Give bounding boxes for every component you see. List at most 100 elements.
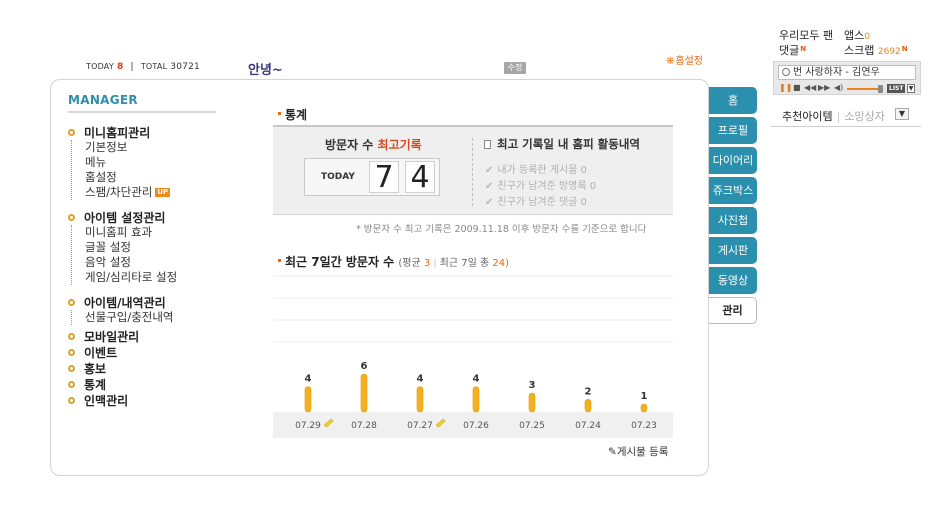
recommend-divider: | — [836, 110, 841, 123]
menu-head-label: 아이템/내역관리 — [84, 295, 166, 310]
visit-counter: TODAY 8 | TOTAL 30721 — [86, 62, 200, 72]
register-post-link[interactable]: ✎게시물 등록 — [608, 444, 668, 459]
counter-digit: 4 — [405, 161, 435, 194]
volume-knob[interactable] — [878, 85, 883, 93]
visitor-label-prefix: 방문자 수 — [325, 138, 374, 152]
fan-link[interactable]: 우리모두 팬 — [779, 27, 833, 43]
tab-home[interactable]: 홈 — [709, 87, 757, 114]
document-icon — [484, 140, 491, 149]
menu-item-effect[interactable]: 미니홈피 효과 — [85, 225, 177, 240]
tab-jukebox[interactable]: 쥬크박스 — [709, 177, 757, 204]
chart-tick-label: 07.28 — [351, 421, 377, 431]
chart-data-label: 4 — [305, 374, 312, 385]
record-title-label: 최고 기록일 내 홈피 활동내역 — [497, 137, 640, 151]
menu-head-stats[interactable]: 통계 — [68, 376, 106, 392]
new-badge: N — [901, 45, 908, 53]
today-value: 8 — [117, 62, 124, 72]
menu-head-label: 이벤트 — [84, 345, 118, 360]
chart-tick-label: 07.27 — [407, 421, 433, 431]
chart-bar — [360, 373, 368, 413]
menu-item-menu[interactable]: 메뉴 — [85, 155, 170, 170]
record-item-label: 내가 등록한 게시물 — [497, 165, 578, 176]
total-value: 30721 — [170, 62, 200, 72]
stats-note: * 방문자 수 최고 기록은 2009.11.18 이후 방문자 수를 기준으로… — [356, 224, 647, 235]
record-title: 최고 기록일 내 홈피 활동내역 — [484, 136, 640, 152]
bullet-icon — [68, 396, 75, 404]
avg-label: (평균 — [398, 258, 421, 269]
week-title-label: 최근 7일간 방문자 수 — [285, 255, 395, 269]
comment-label: 댓글 — [779, 44, 800, 57]
tab-profile[interactable]: 프로필 — [709, 117, 757, 144]
total-week-label: 최근 7일 총 — [439, 258, 490, 269]
menu-group-homepage: 미니홈피관리 기본정보 메뉴 홈설정 스팸/차단관리 UP — [68, 124, 171, 200]
greeting-title: 안녕~ — [248, 63, 283, 78]
prev-icon[interactable]: ◀◀ — [804, 83, 816, 93]
menu-head-promo[interactable]: 홍보 — [68, 360, 106, 376]
menu-head-item-setting[interactable]: 아이템 설정관리 — [68, 209, 177, 225]
menu-item-basic-info[interactable]: 기본정보 — [85, 140, 170, 155]
chevron-down-icon[interactable]: ▼ — [895, 108, 909, 120]
menu-head-homepage[interactable]: 미니홈피관리 — [68, 124, 170, 140]
tab-diary[interactable]: 다이어리 — [709, 147, 757, 174]
menu-group-mobile: 모바일관리 — [68, 328, 139, 344]
menu-item-font[interactable]: 글꼴 설정 — [85, 240, 177, 255]
menu-group-network: 인맥관리 — [68, 392, 128, 408]
today-counter: TODAY 7 4 — [304, 158, 440, 196]
recommend-divider-line — [771, 126, 921, 127]
menu-sub-item-history: 선물구입/충전내역 — [71, 310, 174, 325]
menu-item-gift-history[interactable]: 선물구입/충전내역 — [85, 310, 174, 325]
menu-group-promo: 홍보 — [68, 360, 106, 376]
scrap-count: 2692 — [877, 47, 901, 57]
today-label: TODAY — [86, 62, 114, 71]
stop-icon[interactable]: ■ — [793, 83, 801, 93]
chart-data-label: 2 — [585, 386, 592, 397]
menu-item-home-setting[interactable]: 홈설정 — [85, 170, 170, 185]
scrap-label: 스크랩 — [844, 44, 875, 57]
tab-video[interactable]: 동영상 — [709, 267, 757, 294]
recommend-items-label[interactable]: 추천아이템 — [782, 110, 833, 123]
menu-item-music[interactable]: 음악 설정 — [85, 255, 177, 270]
menu-item-game[interactable]: 게임/심리타로 설정 — [85, 270, 177, 285]
record-item: ✔ 친구가 남겨준 방명록 0 — [485, 177, 596, 192]
menu-group-item-history: 아이템/내역관리 선물구입/충전내역 — [68, 294, 174, 325]
chart-data-label: 1 — [641, 391, 648, 402]
menu-head-label: 아이템 설정관리 — [84, 210, 166, 225]
menu-sub-item-setting: 미니홈피 효과 글꼴 설정 음악 설정 게임/심리타로 설정 — [71, 225, 177, 285]
chart-bar — [584, 399, 592, 413]
chart-bar — [472, 386, 480, 413]
menu-head-item-history[interactable]: 아이템/내역관리 — [68, 294, 174, 310]
menu-head-network[interactable]: 인맥관리 — [68, 392, 128, 408]
manager-divider — [68, 111, 216, 113]
chart-tick-label: 07.26 — [463, 421, 489, 431]
edit-button[interactable]: 수정 — [504, 62, 526, 74]
tab-manage[interactable]: 관리 — [709, 297, 757, 324]
volume-slider[interactable] — [847, 88, 880, 90]
total-label: TOTAL — [140, 62, 168, 71]
bullet-icon — [68, 380, 75, 388]
apps-link[interactable]: 앱스0 — [844, 27, 870, 43]
song-title-label: 번 사랑하자 - 김연우 — [793, 67, 880, 78]
menu-head-event[interactable]: 이벤트 — [68, 344, 117, 360]
stats-title: 통계 — [278, 106, 307, 123]
up-badge: UP — [155, 188, 171, 197]
recommend-items: 추천아이템 | 소망상자 — [782, 108, 885, 124]
menu-head-mobile[interactable]: 모바일관리 — [68, 328, 139, 344]
record-item-count: 0 — [580, 165, 587, 176]
new-badge: N — [800, 45, 807, 53]
counter-digit: 7 — [369, 161, 399, 194]
wish-box-link[interactable]: 소망상자 — [844, 110, 884, 123]
pause-icon[interactable]: ❚❚ — [779, 83, 792, 93]
scrap-link[interactable]: 스크랩 2692N — [844, 42, 908, 58]
playlist-button[interactable]: LIST — [887, 84, 906, 93]
song-title[interactable]: 번 사랑하자 - 김연우 — [778, 65, 916, 80]
home-setting-link[interactable]: ❋홈설정 — [666, 52, 703, 67]
tab-photo[interactable]: 사진첩 — [709, 207, 757, 234]
home-setting-label: 홈설정 — [675, 56, 703, 67]
comment-link[interactable]: 댓글N — [779, 42, 806, 58]
menu-item-spam-block[interactable]: 스팸/차단관리 UP — [85, 185, 171, 200]
chart-data-label: 3 — [529, 380, 536, 391]
next-icon[interactable]: ▶▶ — [818, 83, 830, 93]
chevron-down-icon[interactable]: ▼ — [907, 84, 915, 93]
tab-board[interactable]: 게시판 — [709, 237, 757, 264]
chart-tick-label: 07.24 — [575, 421, 601, 431]
